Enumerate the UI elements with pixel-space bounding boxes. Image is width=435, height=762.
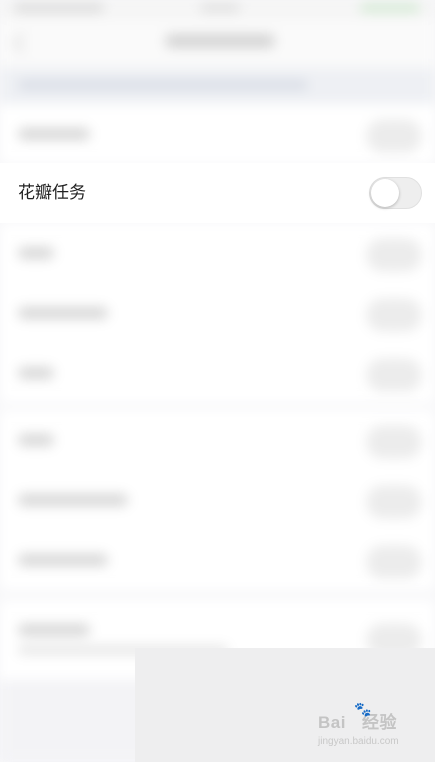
section-header <box>0 68 435 104</box>
paw-icon: 🐾 <box>354 702 372 718</box>
row-label-placeholder <box>18 307 108 319</box>
baidu-jingyan-watermark: Bai 经验 🐾 jingyan.baidu.com <box>318 702 418 752</box>
row-label-placeholder <box>18 128 90 140</box>
row-label-placeholder <box>18 434 54 446</box>
toggle-placeholder[interactable] <box>367 359 421 391</box>
toggle-placeholder[interactable] <box>367 299 421 331</box>
settings-row-petal-task[interactable]: 花瓣任务 <box>0 163 435 223</box>
row-label: 花瓣任务 <box>18 183 86 203</box>
toggle-placeholder[interactable] <box>367 486 421 518</box>
settings-row-blurred[interactable] <box>0 343 435 403</box>
back-arrow-icon[interactable] <box>13 33 33 53</box>
status-bar <box>0 0 435 18</box>
toggle-placeholder[interactable] <box>367 239 421 271</box>
section-header-placeholder <box>18 80 308 90</box>
settings-screen: 花瓣任务 Bai 经验 🐾 jingyan.baidu.com <box>0 0 435 762</box>
row-label-placeholder <box>18 624 90 636</box>
settings-row-blurred[interactable] <box>0 470 435 530</box>
toggle-placeholder[interactable] <box>367 120 421 152</box>
page-title-placeholder <box>165 34 275 48</box>
settings-row-blurred[interactable] <box>0 104 435 164</box>
settings-row-blurred[interactable] <box>0 223 435 283</box>
toggle-knob <box>371 179 399 207</box>
row-label-placeholder <box>18 554 108 566</box>
row-label-placeholder <box>18 247 54 259</box>
watermark-url: jingyan.baidu.com <box>318 736 399 747</box>
status-battery-placeholder <box>360 4 420 12</box>
petal-task-toggle[interactable] <box>369 177 422 209</box>
toggle-placeholder[interactable] <box>367 426 421 458</box>
settings-row-blurred[interactable] <box>0 530 435 590</box>
row-label-placeholder <box>18 494 128 506</box>
status-time-placeholder <box>200 4 240 12</box>
toggle-placeholder[interactable] <box>367 546 421 578</box>
navigation-bar <box>0 18 435 68</box>
settings-row-blurred[interactable] <box>0 410 435 470</box>
status-left-placeholder <box>14 4 104 12</box>
settings-row-blurred[interactable] <box>0 283 435 343</box>
row-label-placeholder <box>18 367 54 379</box>
